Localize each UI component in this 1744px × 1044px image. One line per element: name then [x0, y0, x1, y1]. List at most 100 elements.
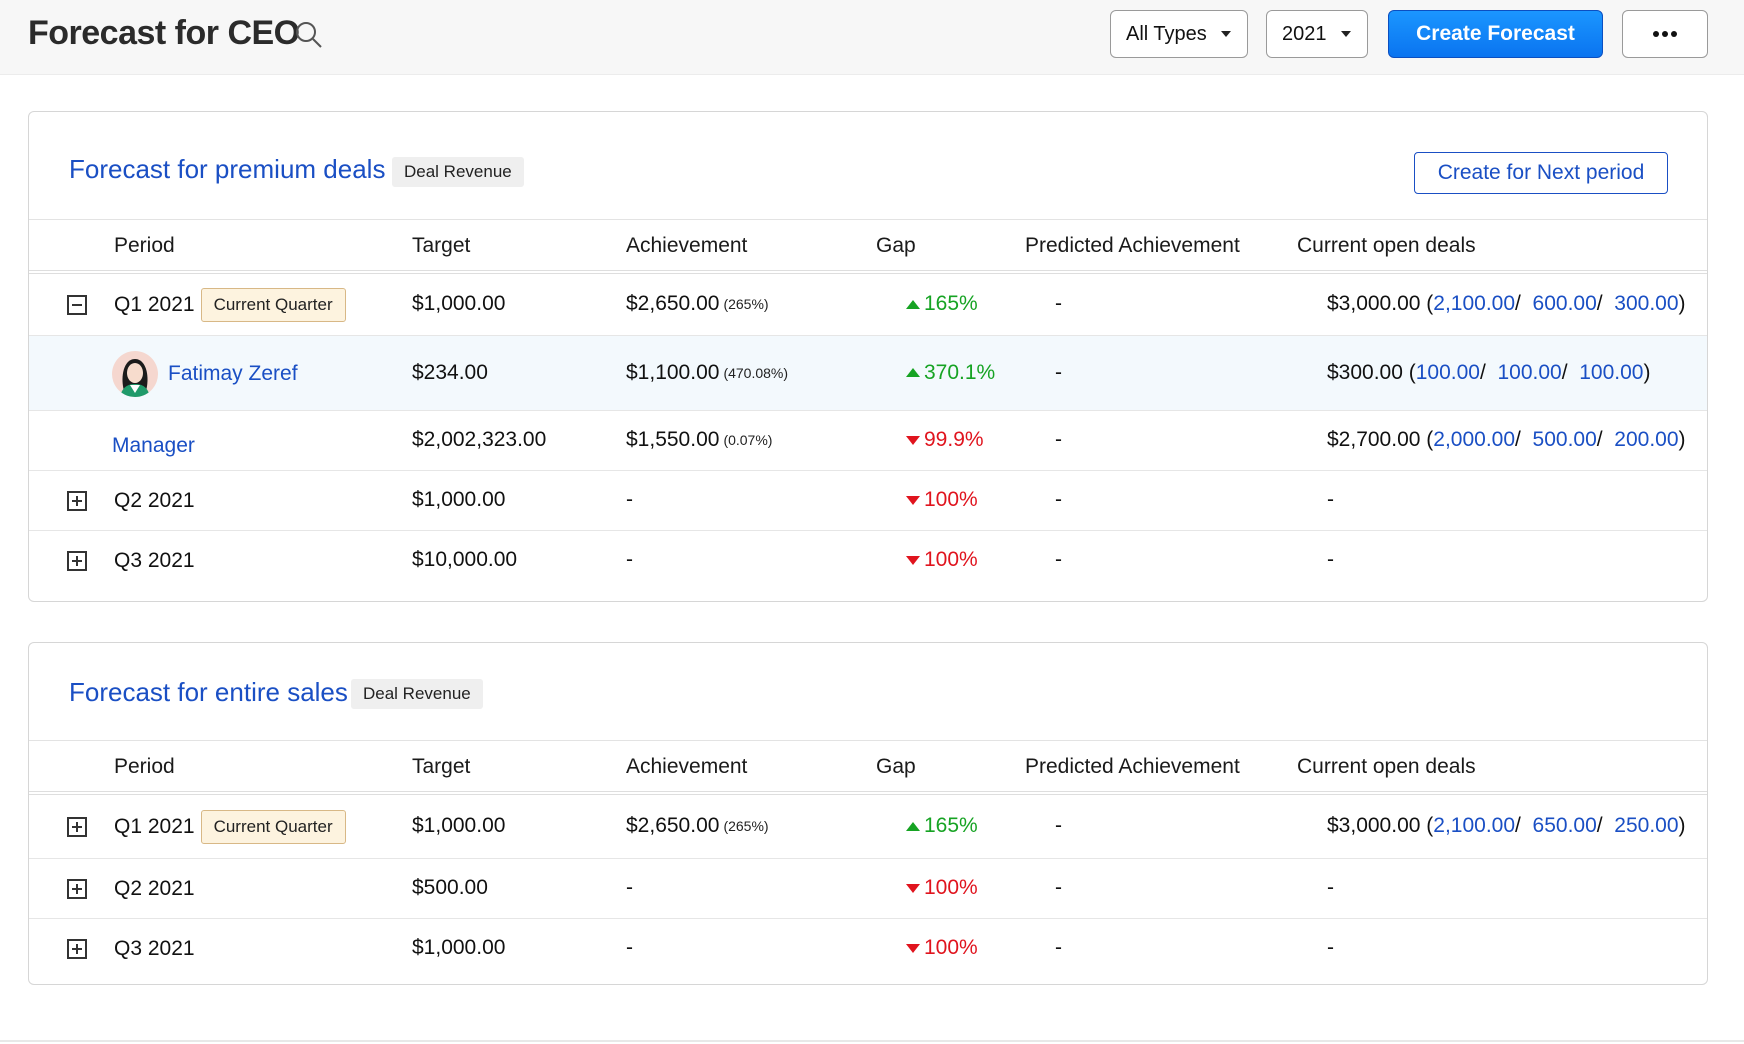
separator: / [1596, 814, 1615, 837]
period-label: Q3 2021 [114, 937, 195, 960]
target-value: $500.00 [412, 876, 488, 899]
paren: ( [1420, 814, 1434, 837]
column-header-predicted[interactable]: Predicted Achievement [1025, 234, 1240, 258]
open-deals-part-3[interactable]: 200.00 [1614, 428, 1678, 452]
forecast-card-entire-sales: Forecast for entire sales Deal Revenue P… [28, 642, 1708, 985]
period-cell: Q3 2021 [114, 544, 195, 578]
gap-cell: 100% [906, 548, 978, 572]
target-value: $1,000.00 [412, 936, 506, 959]
top-bar: Forecast for CEO All Types 2021 Create F… [0, 0, 1744, 75]
open-deals-part-3[interactable]: 250.00 [1614, 814, 1678, 838]
achievement-value: $1,100.00 [626, 360, 720, 384]
create-forecast-button[interactable]: Create Forecast [1388, 10, 1603, 58]
arrow-down-icon [906, 883, 920, 893]
type-filter-select[interactable]: All Types [1110, 10, 1248, 58]
table-row: Q1 2021 Current Quarter $1,000.00 $2,650.00… [29, 795, 1707, 859]
column-header-gap[interactable]: Gap [876, 234, 916, 258]
table-row: Q3 2021 $1,000.00 - 100% - - [29, 919, 1707, 979]
separator: / [1596, 428, 1615, 451]
current-quarter-badge: Current Quarter [200, 288, 346, 322]
open-deals-part-1[interactable]: 2,100.00 [1433, 292, 1515, 316]
gap-value: 99.9% [924, 428, 984, 451]
table-header: Period Target Achievement Gap Predicted Achi… [29, 741, 1707, 795]
arrow-up-icon [906, 299, 920, 309]
open-deals-cell: $3,000.00 (2,100.00/ 600.00/ 300.00) [1327, 292, 1686, 316]
search-icon[interactable] [294, 20, 324, 50]
arrow-up-icon [906, 368, 920, 377]
expand-icon[interactable] [67, 939, 87, 959]
column-header-period[interactable]: Period [114, 755, 175, 779]
open-deals-cell: - [1327, 488, 1334, 512]
open-deals-total: $300.00 [1327, 360, 1403, 384]
forecast-title[interactable]: Forecast for premium deals [69, 154, 385, 185]
open-deals-part-2[interactable]: 600.00 [1533, 292, 1597, 316]
collapse-icon[interactable] [67, 295, 87, 315]
role-name-link[interactable]: Manager [112, 434, 195, 458]
ellipsis-icon [1653, 31, 1677, 37]
period-cell: Manager [112, 429, 195, 463]
user-name-link[interactable]: Fatimay Zeref [168, 362, 298, 386]
expand-icon[interactable] [67, 879, 87, 899]
column-header-achievement[interactable]: Achievement [626, 234, 747, 258]
column-header-open[interactable]: Current open deals [1297, 755, 1476, 779]
open-deals-cell: $2,700.00 (2,000.00/ 500.00/ 200.00) [1327, 428, 1686, 452]
period-cell: Q1 2021 Current Quarter [114, 810, 346, 844]
open-deals-cell: - [1327, 876, 1334, 900]
gap-value: 165% [924, 292, 978, 315]
table-row: Manager $2,002,323.00 $1,550.00 (0.07%) 99.9… [29, 411, 1707, 471]
achievement-value: - [626, 936, 633, 959]
column-header-achievement[interactable]: Achievement [626, 755, 747, 779]
open-deals-cell: - [1327, 936, 1334, 960]
separator: ) [1643, 360, 1651, 384]
achievement-value: $2,650.00 [626, 814, 720, 837]
forecast-type-tag: Deal Revenue [351, 679, 483, 709]
open-deals-part-2[interactable]: 650.00 [1533, 814, 1597, 838]
predicted-achievement-value: - [1055, 548, 1062, 571]
achievement-cell: $1,100.00 (470.08%) [626, 361, 788, 385]
paren: ( [1420, 292, 1434, 315]
card-header: Forecast for entire sales Deal Revenue [29, 643, 1707, 741]
table-row: Q3 2021 $10,000.00 - 100% - - [29, 531, 1707, 591]
create-next-period-button[interactable]: Create for Next period [1414, 152, 1668, 194]
open-deals-part-1[interactable]: 2,000.00 [1433, 428, 1515, 452]
open-deals-total: - [1327, 876, 1334, 899]
open-deals-part-2[interactable]: 100.00 [1498, 361, 1562, 385]
open-deals-part-1[interactable]: 100.00 [1416, 361, 1480, 385]
forecast-card-premium-deals: Forecast for premium deals Deal Revenue … [28, 111, 1708, 602]
more-options-button[interactable] [1622, 10, 1708, 58]
current-quarter-badge: Current Quarter [200, 810, 346, 844]
paren: ( [1402, 360, 1416, 384]
column-header-predicted[interactable]: Predicted Achievement [1025, 755, 1240, 779]
gap-cell: 100% [906, 488, 978, 512]
expand-icon[interactable] [67, 817, 87, 837]
column-header-open[interactable]: Current open deals [1297, 234, 1476, 258]
achievement-percent: (265%) [723, 818, 769, 834]
column-header-target[interactable]: Target [412, 234, 470, 258]
open-deals-part-2[interactable]: 500.00 [1533, 428, 1597, 452]
open-deals-part-3[interactable]: 100.00 [1579, 361, 1643, 385]
gap-value: 100% [924, 548, 978, 571]
column-header-period[interactable]: Period [114, 234, 175, 258]
gap-cell: 165% [906, 292, 978, 316]
expand-icon[interactable] [67, 551, 87, 571]
column-header-gap[interactable]: Gap [876, 755, 916, 779]
target-value: $1,000.00 [412, 488, 506, 511]
predicted-achievement-value: - [1055, 936, 1062, 959]
separator: / [1596, 292, 1615, 315]
achievement-value: - [626, 488, 633, 511]
forecast-title[interactable]: Forecast for entire sales [69, 677, 348, 708]
gap-value: 165% [924, 814, 978, 837]
gap-cell: 100% [906, 936, 978, 960]
achievement-cell: - [626, 548, 633, 572]
separator: / [1515, 814, 1533, 837]
table-row: Fatimay Zeref $234.00 $1,100.00 (470.08%) 37… [29, 336, 1707, 411]
gap-cell: 165% [906, 814, 978, 838]
column-header-target[interactable]: Target [412, 755, 470, 779]
year-filter-select[interactable]: 2021 [1266, 10, 1368, 58]
separator: ) [1678, 814, 1686, 837]
period-label: Q2 2021 [114, 877, 195, 900]
open-deals-part-1[interactable]: 2,100.00 [1433, 814, 1515, 838]
open-deals-part-3[interactable]: 300.00 [1614, 292, 1678, 316]
expand-icon[interactable] [67, 491, 87, 511]
type-filter-value: All Types [1126, 22, 1207, 45]
